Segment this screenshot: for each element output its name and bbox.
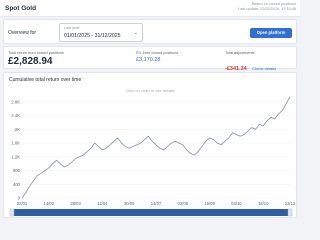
open-platform-button[interactable]: Open platform bbox=[250, 28, 292, 38]
chevron-down-icon: ⌄ bbox=[133, 30, 138, 36]
y-tick-label: 2K bbox=[15, 127, 20, 132]
series-line bbox=[21, 96, 291, 199]
scrollbar-handle-left[interactable] bbox=[9, 208, 15, 217]
x-tick-label: 02/01 bbox=[17, 201, 28, 206]
adjustments-label: Total adjustments bbox=[225, 51, 255, 55]
pl-value: £3,170.28 bbox=[136, 57, 161, 63]
total-return-value: £2,828.94 bbox=[8, 56, 53, 67]
x-tick-label: 03/08 bbox=[178, 201, 189, 206]
pl-stat: P/L from closed positions £3,170.28 bbox=[136, 51, 178, 63]
overview-label: Overview for bbox=[8, 30, 37, 36]
pl-label: P/L from closed positions bbox=[136, 51, 179, 55]
total-return-label: Total return from closed positions bbox=[8, 51, 64, 55]
line-chart[interactable]: 0 400 800 1.2K 1.6K 2K 2.4K 2.8K 02/01 14/02 28/03… bbox=[4, 73, 296, 217]
x-tick-label: 30/05 bbox=[124, 201, 135, 206]
range-scrollbar bbox=[10, 209, 292, 216]
x-tick-label: 15/09 bbox=[204, 201, 215, 206]
stats-card: Total return from closed positions £2,82… bbox=[3, 46, 297, 72]
y-tick-label: 0 bbox=[18, 196, 21, 201]
chart-card[interactable]: Cumulative total return over time Click … bbox=[3, 72, 297, 218]
y-tick-label: 2.8K bbox=[11, 99, 20, 104]
date-range-label: Last year bbox=[64, 26, 80, 30]
x-tick-label: 14/02 bbox=[44, 201, 55, 206]
y-tick-label: 800 bbox=[13, 168, 21, 173]
last-update: Last update: 22/02/2026, 17:10:48 bbox=[238, 7, 296, 11]
y-tick-label: 2.4K bbox=[11, 113, 20, 118]
overview-card: Overview for Last year 01/01/2025 - 31/1… bbox=[3, 19, 297, 44]
x-tick-label: 04/10 bbox=[231, 201, 242, 206]
x-tick-label: 14/07 bbox=[151, 201, 162, 206]
x-tick-label: 11/04 bbox=[97, 201, 108, 206]
y-tick-label: 400 bbox=[13, 182, 21, 187]
date-range-select[interactable]: Last year 01/01/2025 - 31/12/2025 ⌄ bbox=[59, 23, 143, 42]
scrollbar-handle-right[interactable] bbox=[287, 208, 293, 217]
y-tick-label: 1.6K bbox=[11, 141, 20, 146]
page-title: Spot Gold bbox=[5, 5, 37, 12]
page-header: Spot Gold Based on closed positions Last… bbox=[0, 0, 300, 17]
total-return-stat: Total return from closed positions £2,82… bbox=[8, 51, 64, 67]
x-tick-label: 28/03 bbox=[70, 201, 81, 206]
x-tick-label: 23/12 bbox=[285, 201, 296, 206]
check-details-link[interactable]: Check details bbox=[252, 66, 276, 71]
x-tick-label: 16/10 bbox=[258, 201, 269, 206]
y-tick-label: 1.2K bbox=[11, 154, 20, 159]
date-range-value: 01/01/2025 - 31/12/2025 bbox=[64, 33, 121, 39]
update-info: Based on closed positions Last update: 2… bbox=[238, 2, 296, 12]
